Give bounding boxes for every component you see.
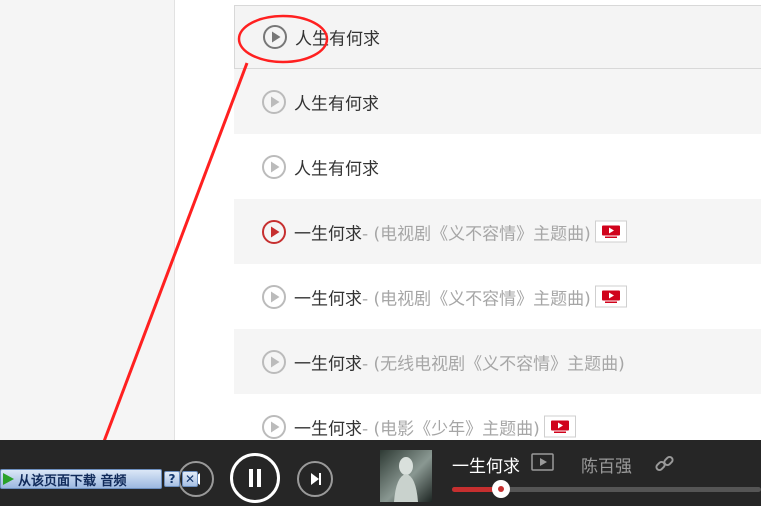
song-title[interactable]: 人生有何求	[295, 25, 380, 50]
song-row[interactable]: 一生何求 - (无线电视剧《义不容情》主题曲)	[234, 329, 761, 394]
song-row[interactable]: 一生何求 - (电视剧《义不容情》主题曲)	[234, 199, 761, 264]
next-button[interactable]	[297, 461, 333, 497]
song-title-group: 人生有何求	[295, 25, 380, 50]
song-title-group: 人生有何求	[294, 154, 379, 179]
play-icon[interactable]	[261, 414, 287, 440]
progress-bar[interactable]	[452, 480, 761, 498]
song-row[interactable]: 人生有何求	[234, 5, 761, 69]
play-icon[interactable]	[262, 24, 288, 50]
play-icon[interactable]	[261, 349, 287, 375]
mv-icon[interactable]	[594, 220, 627, 243]
now-playing-title[interactable]: 一生何求	[452, 452, 520, 477]
mv-icon[interactable]	[543, 415, 576, 438]
song-row[interactable]: 一生何求 - (电视剧《义不容情》主题曲)	[234, 264, 761, 329]
play-icon[interactable]	[261, 89, 287, 115]
album-cover[interactable]	[380, 450, 432, 502]
close-button[interactable]: ✕	[182, 471, 198, 487]
song-title[interactable]: 一生何求	[294, 284, 362, 309]
help-button[interactable]: ?	[164, 471, 180, 487]
download-audio-label: 从该页面下载 音频	[18, 473, 127, 489]
song-title-group: 一生何求 - (电视剧《义不容情》主题曲)	[294, 219, 627, 244]
download-audio-button[interactable]: 从该页面下载 音频	[0, 469, 162, 489]
song-list: 人生有何求 人生有何求 人生有何求 一生何求 - (电视剧《义不容情》主题曲) 一生何求…	[234, 5, 761, 459]
song-title-group: 一生何求 - (电视剧《义不容情》主题曲)	[294, 284, 627, 309]
album-cover-figure	[394, 457, 418, 502]
play-icon[interactable]	[261, 284, 287, 310]
song-subtitle: - (电视剧《义不容情》主题曲)	[362, 289, 591, 309]
song-title[interactable]: 一生何求	[294, 349, 362, 374]
progress-knob[interactable]	[492, 480, 510, 498]
link-icon[interactable]	[654, 454, 676, 474]
now-playing-mv-icon[interactable]	[531, 453, 555, 473]
pause-icon	[249, 469, 261, 487]
song-row[interactable]: 人生有何求	[234, 69, 761, 134]
song-title[interactable]: 一生何求	[294, 414, 362, 439]
play-arrow-icon	[3, 473, 14, 485]
song-title[interactable]: 人生有何求	[294, 154, 379, 179]
now-playing-artist[interactable]: 陈百强	[581, 452, 632, 477]
song-subtitle: - (电视剧《义不容情》主题曲)	[362, 224, 591, 244]
next-icon	[311, 473, 321, 485]
pause-button[interactable]	[230, 453, 280, 503]
song-subtitle: - (无线电视剧《义不容情》主题曲)	[362, 354, 625, 374]
song-subtitle: - (电影《少年》主题曲)	[362, 419, 540, 439]
song-title-group: 人生有何求	[294, 89, 379, 114]
mv-icon[interactable]	[594, 285, 627, 308]
download-toolbar: 从该页面下载 音频 ? ✕	[0, 468, 198, 490]
left-pane	[0, 0, 175, 440]
song-title-group: 一生何求 - (无线电视剧《义不容情》主题曲)	[294, 349, 625, 374]
play-icon[interactable]	[261, 154, 287, 180]
song-title[interactable]: 人生有何求	[294, 89, 379, 114]
song-title[interactable]: 一生何求	[294, 219, 362, 244]
song-title-group: 一生何求 - (电影《少年》主题曲)	[294, 414, 576, 439]
song-row[interactable]: 人生有何求	[234, 134, 761, 199]
play-icon[interactable]	[261, 219, 287, 245]
